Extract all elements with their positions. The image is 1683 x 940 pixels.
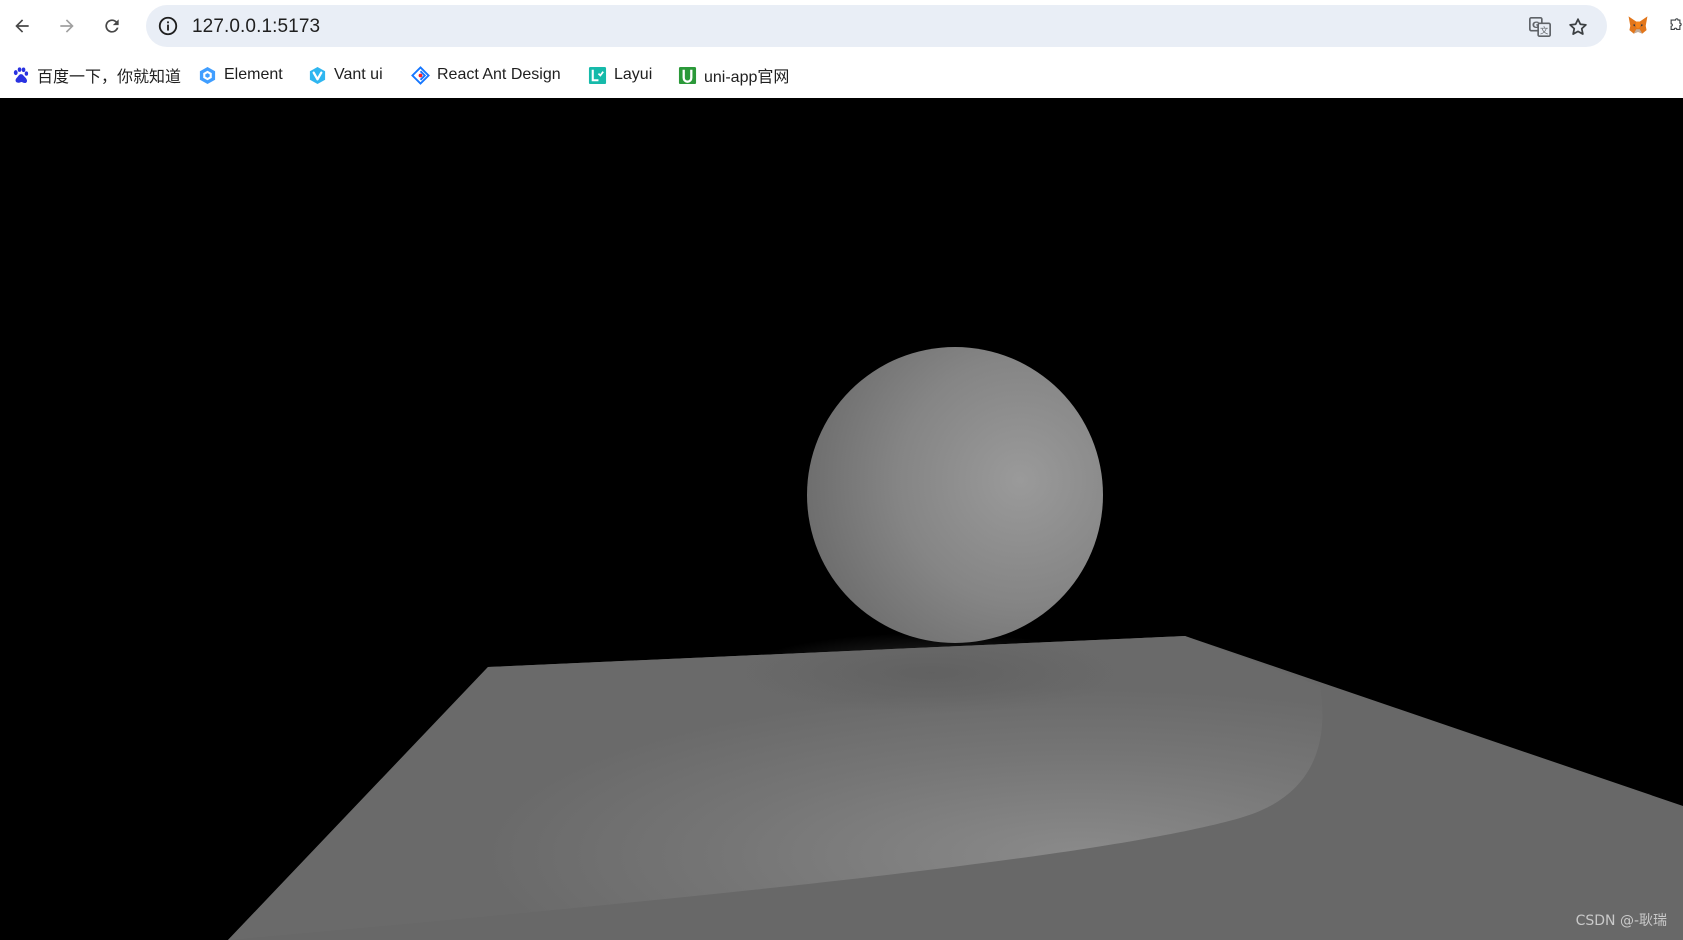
layui-icon [587, 65, 607, 85]
browser-toolbar: 127.0.0.1:5173 G 文 [0, 0, 1683, 52]
back-arrow-icon [15, 19, 29, 33]
threejs-scene [228, 347, 1683, 940]
star-icon[interactable] [1565, 14, 1591, 40]
bookmark-label: Vant ui [334, 66, 383, 83]
bookmark-label: React Ant Design [437, 66, 561, 83]
baidu-paw-icon [10, 65, 30, 85]
info-icon[interactable] [156, 14, 180, 38]
bookmark-label: uni-app官网 [704, 69, 790, 86]
vant-icon [307, 65, 327, 85]
reload-icon [105, 19, 119, 33]
address-bar[interactable]: 127.0.0.1:5173 G 文 [146, 5, 1607, 47]
sphere [807, 347, 1103, 643]
bookmark-react-ant-design[interactable]: React Ant Design [410, 63, 561, 87]
bookmark-layui[interactable]: Layui [587, 63, 652, 87]
uniapp-icon [677, 65, 697, 85]
extensions-icon[interactable] [1668, 11, 1683, 39]
svg-text:文: 文 [1540, 25, 1549, 35]
bookmark-element[interactable]: Element [197, 63, 283, 87]
forward-button[interactable] [50, 9, 84, 43]
bookmark-label: Element [224, 66, 283, 83]
bookmark-vant[interactable]: Vant ui [307, 63, 383, 87]
ant-design-icon [410, 65, 430, 85]
bookmark-label: Layui [614, 66, 653, 83]
bookmark-baidu[interactable]: 百度一下，你就知道 [10, 63, 181, 87]
metamask-fox-icon[interactable] [1624, 11, 1652, 39]
sphere-shadow [740, 633, 1120, 713]
render-canvas[interactable]: CSDN @-耿瑞 [0, 98, 1683, 940]
translate-icon[interactable]: G 文 [1527, 14, 1553, 40]
forward-arrow-icon [60, 19, 74, 33]
element-hex-icon [197, 65, 217, 85]
bookmark-uniapp[interactable]: uni-app官网 [677, 63, 789, 87]
reload-button[interactable] [95, 9, 129, 43]
bookmark-label: 百度一下，你就知道 [37, 69, 182, 86]
back-button[interactable] [5, 9, 39, 43]
bookmarks-bar: 百度一下，你就知道 Element Vant ui React Ant Desi… [0, 52, 1683, 98]
watermark: CSDN @-耿瑞 [1575, 913, 1667, 929]
url-text[interactable]: 127.0.0.1:5173 [192, 16, 320, 38]
